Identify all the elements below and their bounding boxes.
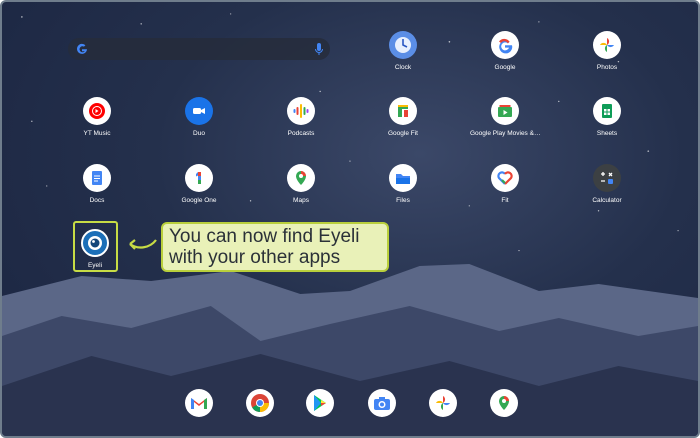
app-calculator[interactable]: Calculator bbox=[572, 164, 642, 204]
app-maps[interactable]: Maps bbox=[266, 164, 336, 204]
app-google[interactable]: Google bbox=[470, 31, 540, 71]
maps-pin-icon bbox=[287, 164, 315, 192]
yt-music-icon bbox=[83, 97, 111, 125]
app-duo[interactable]: Duo bbox=[164, 97, 234, 137]
app-label: Google Fit bbox=[388, 130, 418, 137]
google-fi-icon bbox=[389, 97, 417, 125]
app-label: Photos bbox=[596, 64, 618, 71]
launcher-screen: Clock Google Photos YT Music Duo Podcast… bbox=[0, 0, 700, 438]
app-label: Docs bbox=[89, 197, 105, 204]
app-docs[interactable]: Docs bbox=[62, 164, 132, 204]
app-podcasts[interactable]: Podcasts bbox=[266, 97, 336, 137]
app-label: Sheets bbox=[596, 130, 618, 137]
google-one-icon bbox=[185, 164, 213, 192]
app-label: Calculator bbox=[592, 197, 622, 204]
app-clock[interactable]: Clock bbox=[368, 31, 438, 71]
app-label: Duo bbox=[193, 130, 205, 137]
app-dock bbox=[2, 389, 698, 419]
mic-icon[interactable] bbox=[314, 42, 324, 56]
app-label: Google One bbox=[181, 197, 217, 204]
docs-icon bbox=[83, 164, 111, 192]
app-google-one[interactable]: Google One bbox=[164, 164, 234, 204]
play-movies-icon bbox=[491, 97, 519, 125]
app-label: Fit bbox=[501, 197, 509, 204]
podcasts-icon bbox=[287, 97, 315, 125]
app-google-fit[interactable]: Google Fit bbox=[368, 97, 438, 137]
photos-pinwheel-icon bbox=[593, 31, 621, 59]
app-label: Files bbox=[396, 197, 410, 204]
google-g-icon bbox=[77, 43, 87, 54]
play-store-icon[interactable] bbox=[306, 389, 334, 417]
app-label: Google Play Movies &… bbox=[470, 130, 541, 137]
sheets-icon bbox=[593, 97, 621, 125]
calculator-icon bbox=[593, 164, 621, 192]
clock-icon bbox=[389, 31, 417, 59]
callout-line-1: You can now find Eyeli bbox=[169, 226, 360, 247]
app-photos[interactable]: Photos bbox=[572, 31, 642, 71]
app-label: YT Music bbox=[83, 130, 111, 137]
eyeli-highlight-box bbox=[73, 221, 118, 272]
duo-camera-icon bbox=[185, 97, 213, 125]
tutorial-callout: You can now find Eyeli with your other a… bbox=[161, 222, 389, 272]
app-label: Google bbox=[494, 64, 516, 71]
fit-heart-icon bbox=[491, 164, 519, 192]
app-label: Podcasts bbox=[287, 130, 315, 137]
gmail-icon[interactable] bbox=[185, 389, 213, 417]
camera-icon[interactable] bbox=[368, 389, 396, 417]
app-fit[interactable]: Fit bbox=[470, 164, 540, 204]
app-sheets[interactable]: Sheets bbox=[572, 97, 642, 137]
chrome-icon[interactable] bbox=[246, 389, 274, 417]
app-yt-music[interactable]: YT Music bbox=[62, 97, 132, 137]
google-search-bar[interactable] bbox=[68, 38, 330, 60]
app-label: Clock bbox=[394, 64, 412, 71]
app-label: Maps bbox=[293, 197, 309, 204]
google-icon bbox=[491, 31, 519, 59]
app-files[interactable]: Files bbox=[368, 164, 438, 204]
callout-line-2: with your other apps bbox=[169, 247, 341, 268]
photos-pinwheel-icon[interactable] bbox=[429, 389, 457, 417]
app-play-movies[interactable]: Google Play Movies &… bbox=[470, 97, 540, 137]
maps-pin-icon[interactable] bbox=[490, 389, 518, 417]
files-icon bbox=[389, 164, 417, 192]
curved-arrow-icon bbox=[129, 239, 157, 250]
